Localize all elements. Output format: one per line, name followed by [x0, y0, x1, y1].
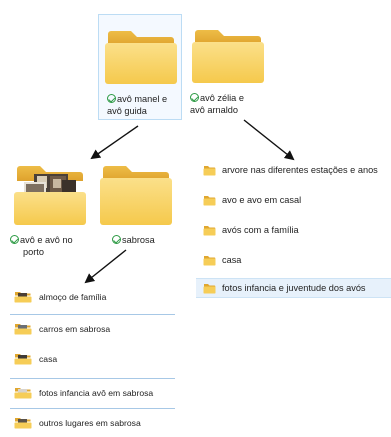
- list-item-selected[interactable]: fotos infancia e juventude dos avós: [196, 278, 391, 298]
- list-item[interactable]: avós com a família: [196, 220, 391, 240]
- row-divider: [10, 408, 175, 409]
- folder-icon: [203, 195, 216, 205]
- list-item[interactable]: fotos infancia avô em sabrosa: [10, 380, 175, 406]
- arrow-to-right-list: [243, 119, 295, 161]
- folder-icon: [203, 283, 216, 293]
- arrow-to-bottom-list: [84, 249, 127, 284]
- photo-folder-icon: [14, 388, 32, 399]
- list-item[interactable]: casa: [10, 346, 175, 372]
- folder-icon: [203, 255, 216, 265]
- photo-folder-icon: [14, 354, 32, 365]
- list-item[interactable]: avo e avo em casal: [196, 190, 391, 210]
- list-item[interactable]: outros lugares em sabrosa: [10, 410, 175, 436]
- list-item[interactable]: casa: [196, 250, 391, 270]
- list-item[interactable]: arvore nas diferentes estações e anos: [196, 160, 391, 180]
- row-divider: [10, 378, 175, 379]
- list-item[interactable]: almoço de família: [10, 284, 175, 310]
- list-item[interactable]: carros em sabrosa: [10, 316, 175, 342]
- photo-folder-icon: [14, 324, 32, 335]
- arrow-to-mid-folders: [90, 125, 139, 160]
- photo-folder-icon: [14, 418, 32, 429]
- folder-icon: [203, 165, 216, 175]
- photo-folder-icon: [14, 292, 32, 303]
- folder-icon: [203, 225, 216, 235]
- row-divider: [10, 314, 175, 315]
